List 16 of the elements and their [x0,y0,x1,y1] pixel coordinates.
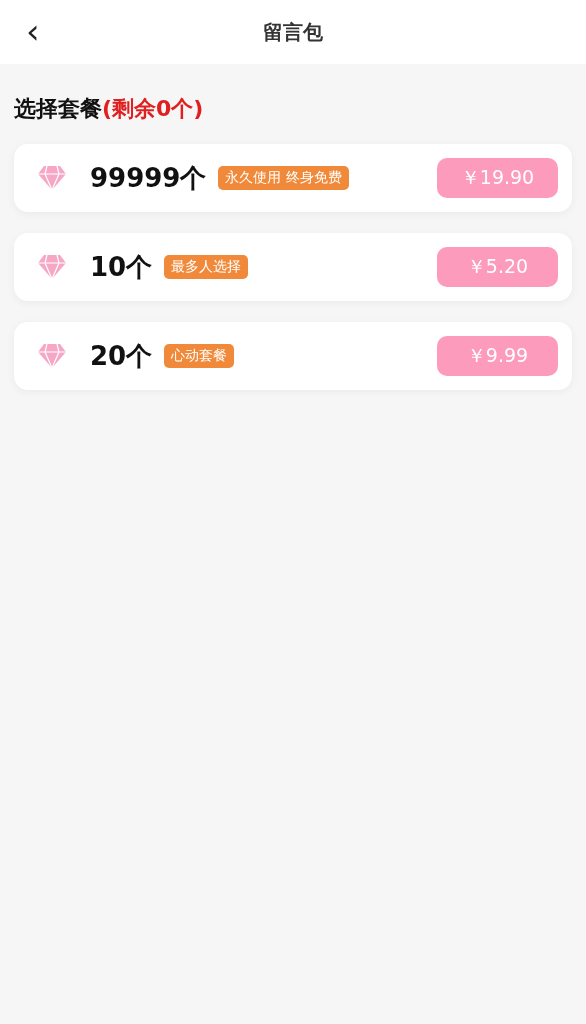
package-card[interactable]: 20个 心动套餐 ￥9.99 [14,322,572,390]
package-card[interactable]: 10个 最多人选择 ￥5.20 [14,233,572,301]
section-title: 选择套餐 [14,95,102,123]
diamond-icon [38,343,66,369]
package-card[interactable]: 99999个 永久使用 终身免费 ￥19.90 [14,144,572,212]
package-amount: 20个 [90,339,153,373]
package-tag: 永久使用 终身免费 [218,166,349,190]
package-tag: 最多人选择 [164,255,249,279]
back-button[interactable]: ‹ [22,16,44,46]
package-tag: 心动套餐 [164,344,235,368]
remaining-count: (剩余0个) [102,95,204,123]
diamond-icon [38,165,66,191]
package-amount: 99999个 [90,161,207,195]
page-title: 留言包 [263,18,323,46]
diamond-icon [38,254,66,280]
package-amount: 10个 [90,250,153,284]
